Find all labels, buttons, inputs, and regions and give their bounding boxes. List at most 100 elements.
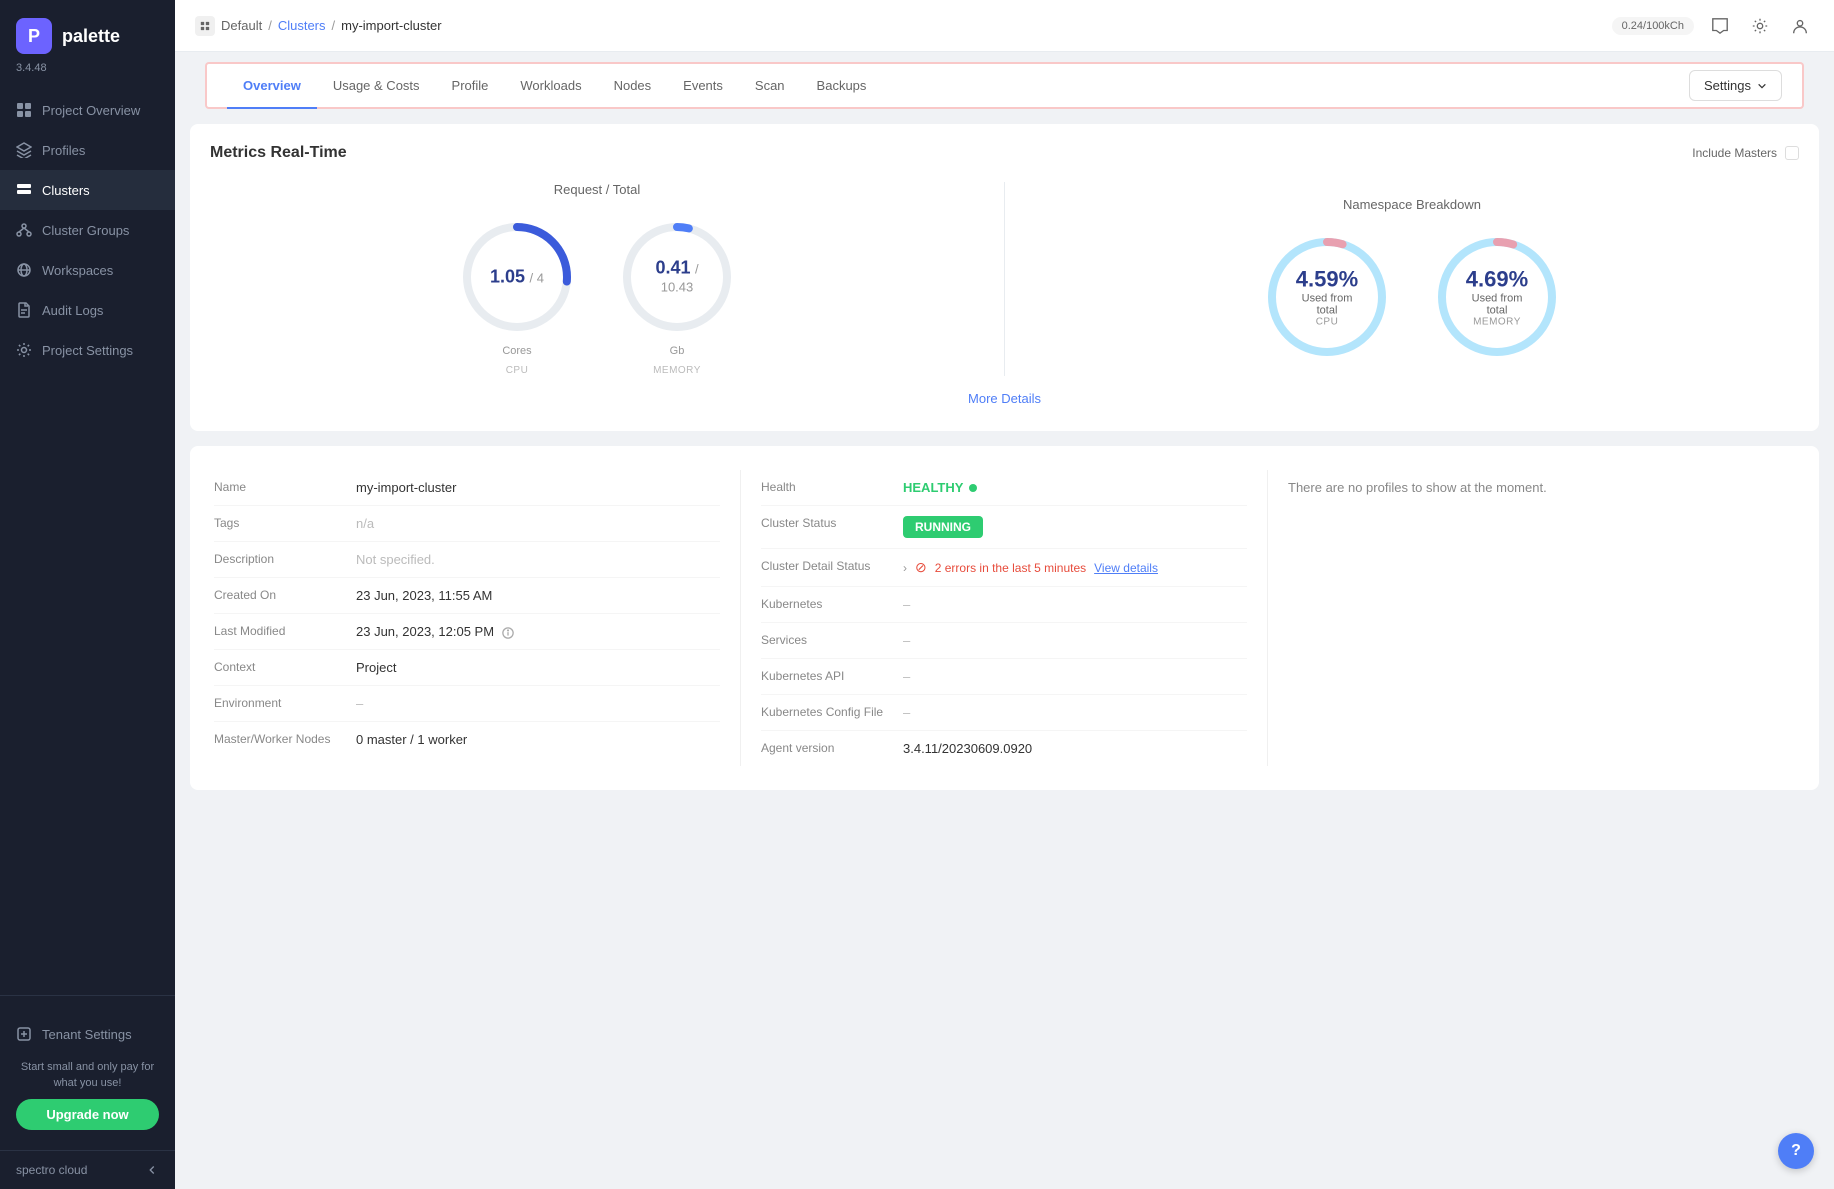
- info-row-environment: Environment –: [214, 686, 720, 722]
- sidebar-item-project-overview[interactable]: Project Overview: [0, 90, 175, 130]
- name-label: Name: [214, 480, 344, 494]
- detail-status-value: › ⊘ 2 errors in the last 5 minutes View …: [903, 559, 1158, 576]
- workspace-icon: [195, 16, 215, 36]
- ns-cpu-text: 4.59% Used from total CPU: [1295, 266, 1360, 327]
- tab-events[interactable]: Events: [667, 64, 739, 109]
- sidebar-bottom: Tenant Settings Start small and only pay…: [0, 1004, 175, 1142]
- info-row-context: Context Project: [214, 650, 720, 686]
- k8s-api-label: Kubernetes API: [761, 669, 891, 683]
- tags-label: Tags: [214, 516, 344, 530]
- ns-cpu-gauge: 4.59% Used from total CPU: [1262, 232, 1392, 362]
- health-dot: [969, 484, 977, 492]
- cpu-unit: Cores: [502, 345, 531, 357]
- sidebar-item-clusters[interactable]: Clusters: [0, 170, 175, 210]
- gauges: 1.05 / 4 Cores CPU: [457, 217, 737, 376]
- topbar: Default / Clusters / my-import-cluster 0…: [175, 0, 1834, 52]
- status-label: Cluster Status: [761, 516, 891, 530]
- kubernetes-label: Kubernetes: [761, 597, 891, 611]
- ns-memory-gauge: 4.69% Used from total MEMORY: [1432, 232, 1562, 362]
- chevron-left-icon[interactable]: [145, 1163, 159, 1177]
- memory-gauge: 0.41 / 10.43: [617, 217, 737, 337]
- more-details-link[interactable]: More Details: [210, 376, 1799, 411]
- info-row-detail-status: Cluster Detail Status › ⊘ 2 errors in th…: [761, 549, 1247, 587]
- app-name: palette: [62, 26, 120, 47]
- tab-overview[interactable]: Overview: [227, 64, 317, 109]
- tab-profile[interactable]: Profile: [436, 64, 505, 109]
- nodes-value: 0 master / 1 worker: [356, 732, 467, 747]
- layers-icon: [16, 142, 32, 158]
- k8s-config-label: Kubernetes Config File: [761, 705, 891, 719]
- settings-button[interactable]: Settings: [1689, 70, 1782, 101]
- file-icon: [16, 302, 32, 318]
- no-profiles-text: There are no profiles to show at the mom…: [1288, 470, 1795, 505]
- globe-icon: [16, 262, 32, 278]
- server-icon: [16, 182, 32, 198]
- tab-scan[interactable]: Scan: [739, 64, 801, 109]
- user-icon[interactable]: [1786, 12, 1814, 40]
- ns-memory-value: 4.69%: [1465, 266, 1530, 292]
- description-value: Not specified.: [356, 552, 435, 567]
- info-card: Name my-import-cluster Tags n/a Descript…: [190, 446, 1819, 790]
- health-value: HEALTHY: [903, 480, 963, 495]
- kubernetes-value: –: [903, 597, 910, 612]
- sidebar-item-label: Project Settings: [42, 343, 133, 358]
- created-label: Created On: [214, 588, 344, 602]
- tenant-icon: [16, 1026, 32, 1042]
- tags-value: n/a: [356, 516, 374, 531]
- tab-workloads[interactable]: Workloads: [504, 64, 597, 109]
- logo-icon: P: [16, 18, 52, 54]
- environment-value: –: [356, 696, 363, 711]
- cpu-gauge-text: 1.05 / 4: [490, 267, 544, 288]
- tenant-settings-label: Tenant Settings: [42, 1027, 132, 1042]
- sidebar-item-profiles[interactable]: Profiles: [0, 130, 175, 170]
- include-masters-checkbox[interactable]: [1785, 146, 1799, 160]
- metrics-right: Namespace Breakdown 4.59%: [1025, 197, 1799, 362]
- include-masters-toggle: Include Masters: [1692, 146, 1799, 160]
- memory-gauge-text: 0.41 / 10.43: [647, 258, 707, 297]
- memory-value: 0.41: [655, 258, 690, 278]
- tab-backups[interactable]: Backups: [801, 64, 883, 109]
- namespace-breakdown-label: Namespace Breakdown: [1343, 197, 1481, 212]
- clusters-breadcrumb[interactable]: Clusters: [278, 18, 326, 33]
- services-label: Services: [761, 633, 891, 647]
- view-details-link[interactable]: View details: [1094, 561, 1158, 575]
- sidebar-item-audit-logs[interactable]: Audit Logs: [0, 290, 175, 330]
- sidebar-nav: Project Overview Profiles Clusters Clust…: [0, 90, 175, 987]
- content-area: Metrics Real-Time Include Masters Reques…: [175, 109, 1834, 1189]
- namespace-gauges: 4.59% Used from total CPU: [1262, 232, 1562, 362]
- settings-icon[interactable]: [1746, 12, 1774, 40]
- created-value: 23 Jun, 2023, 11:55 AM: [356, 588, 492, 603]
- modified-label: Last Modified: [214, 624, 344, 638]
- sidebar-item-cluster-groups[interactable]: Cluster Groups: [0, 210, 175, 250]
- context-value: Project: [356, 660, 396, 675]
- nodes-label: Master/Worker Nodes: [214, 732, 344, 746]
- detail-status-label: Cluster Detail Status: [761, 559, 891, 573]
- k8s-api-value: –: [903, 669, 910, 684]
- info-col-3: There are no profiles to show at the mom…: [1268, 470, 1795, 766]
- tab-usage-costs[interactable]: Usage & Costs: [317, 64, 436, 109]
- cpu-value: 1.05: [490, 267, 525, 287]
- help-button[interactable]: ?: [1778, 1133, 1814, 1169]
- sidebar-item-workspaces[interactable]: Workspaces: [0, 250, 175, 290]
- running-badge: RUNNING: [903, 516, 983, 538]
- chat-icon[interactable]: [1706, 12, 1734, 40]
- main-content: Default / Clusters / my-import-cluster 0…: [175, 0, 1834, 1189]
- info-col-2: Health HEALTHY Cluster Status RUNNING Cl…: [741, 470, 1268, 766]
- info-row-created: Created On 23 Jun, 2023, 11:55 AM: [214, 578, 720, 614]
- cpu-gauge-container: 1.05 / 4 Cores CPU: [457, 217, 577, 376]
- errors-text: 2 errors in the last 5 minutes: [935, 561, 1086, 575]
- upgrade-now-button[interactable]: Upgrade now: [16, 1099, 159, 1130]
- modified-value: 23 Jun, 2023, 12:05 PM: [356, 624, 514, 639]
- cluster-name-breadcrumb: my-import-cluster: [341, 18, 441, 33]
- ns-memory-label: Used from total: [1465, 292, 1530, 316]
- metrics-left: Request / Total 1.05 /: [210, 182, 984, 376]
- agent-label: Agent version: [761, 741, 891, 755]
- sidebar-item-tenant-settings[interactable]: Tenant Settings: [16, 1016, 159, 1052]
- info-row-name: Name my-import-cluster: [214, 470, 720, 506]
- info-row-nodes: Master/Worker Nodes 0 master / 1 worker: [214, 722, 720, 757]
- ns-memory-circle: 4.69% Used from total MEMORY: [1432, 232, 1562, 362]
- tab-nodes[interactable]: Nodes: [598, 64, 668, 109]
- context-label: Context: [214, 660, 344, 674]
- info-row-k8s-api: Kubernetes API –: [761, 659, 1247, 695]
- sidebar-item-project-settings[interactable]: Project Settings: [0, 330, 175, 370]
